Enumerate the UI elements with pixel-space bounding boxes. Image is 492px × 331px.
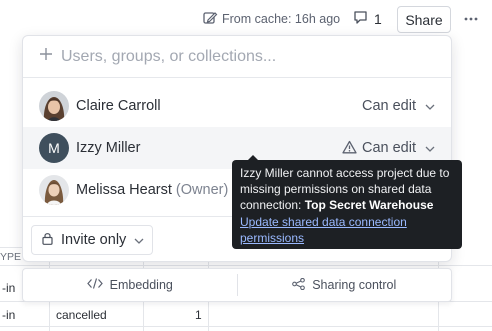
share-tabs: Embedding Sharing control (22, 268, 452, 302)
permission-label: Can edit (361, 98, 416, 114)
table-cell: -in (2, 281, 16, 295)
tab-label: Sharing control (312, 278, 397, 292)
tab-label: Embedding (109, 278, 173, 292)
table-cell: 1 (195, 308, 202, 322)
plus-icon (39, 47, 53, 66)
update-permissions-link[interactable]: Update shared data connection permission… (240, 215, 407, 245)
avatar (39, 175, 69, 205)
table-header-cell: YPE (0, 251, 22, 263)
share-nodes-icon (292, 277, 306, 293)
search-input[interactable] (61, 47, 421, 66)
avatar: M (39, 133, 69, 163)
more-options-icon[interactable] (461, 11, 481, 27)
cache-icon (203, 11, 218, 28)
owner-badge: (Owner) (175, 182, 229, 198)
invite-setting-dropdown[interactable]: Invite only (31, 225, 154, 255)
tab-sharing-control[interactable]: Sharing control (238, 269, 452, 301)
search-bar[interactable] (23, 36, 451, 78)
connection-name: Top Secret Warehouse (304, 198, 434, 213)
member-name: Claire Carroll (76, 98, 161, 114)
chevron-down-icon (425, 140, 435, 156)
top-bar: From cache: 16h ago 1 Share (0, 0, 492, 38)
permission-label: Can edit (361, 140, 416, 156)
permission-dropdown[interactable]: Can edit (362, 98, 435, 114)
comments-button[interactable]: 1 (353, 10, 382, 28)
member-name: Izzy Miller (76, 140, 141, 156)
comment-icon (353, 10, 368, 28)
cache-label: From cache: 16h ago (222, 12, 341, 26)
member-row[interactable]: Claire Carroll Can edit (23, 85, 451, 127)
permission-warning-tooltip: Izzy Miller cannot access project due to… (232, 160, 462, 249)
lock-icon (42, 232, 53, 249)
cache-status[interactable]: From cache: 16h ago (203, 11, 340, 27)
share-button[interactable]: Share (397, 6, 451, 33)
comment-count: 1 (374, 11, 382, 27)
table-cell: -in (2, 308, 16, 322)
code-icon (86, 278, 103, 292)
warning-icon[interactable] (342, 140, 357, 159)
invite-setting-label: Invite only (61, 232, 127, 248)
chevron-down-icon (425, 98, 435, 114)
member-name: Melissa Hearst (Owner) (76, 182, 229, 198)
permission-dropdown[interactable]: Can edit (362, 140, 435, 156)
chevron-down-icon (134, 232, 144, 248)
table-cell: cancelled (56, 308, 107, 322)
tab-embedding[interactable]: Embedding (23, 269, 237, 301)
avatar (39, 91, 69, 121)
